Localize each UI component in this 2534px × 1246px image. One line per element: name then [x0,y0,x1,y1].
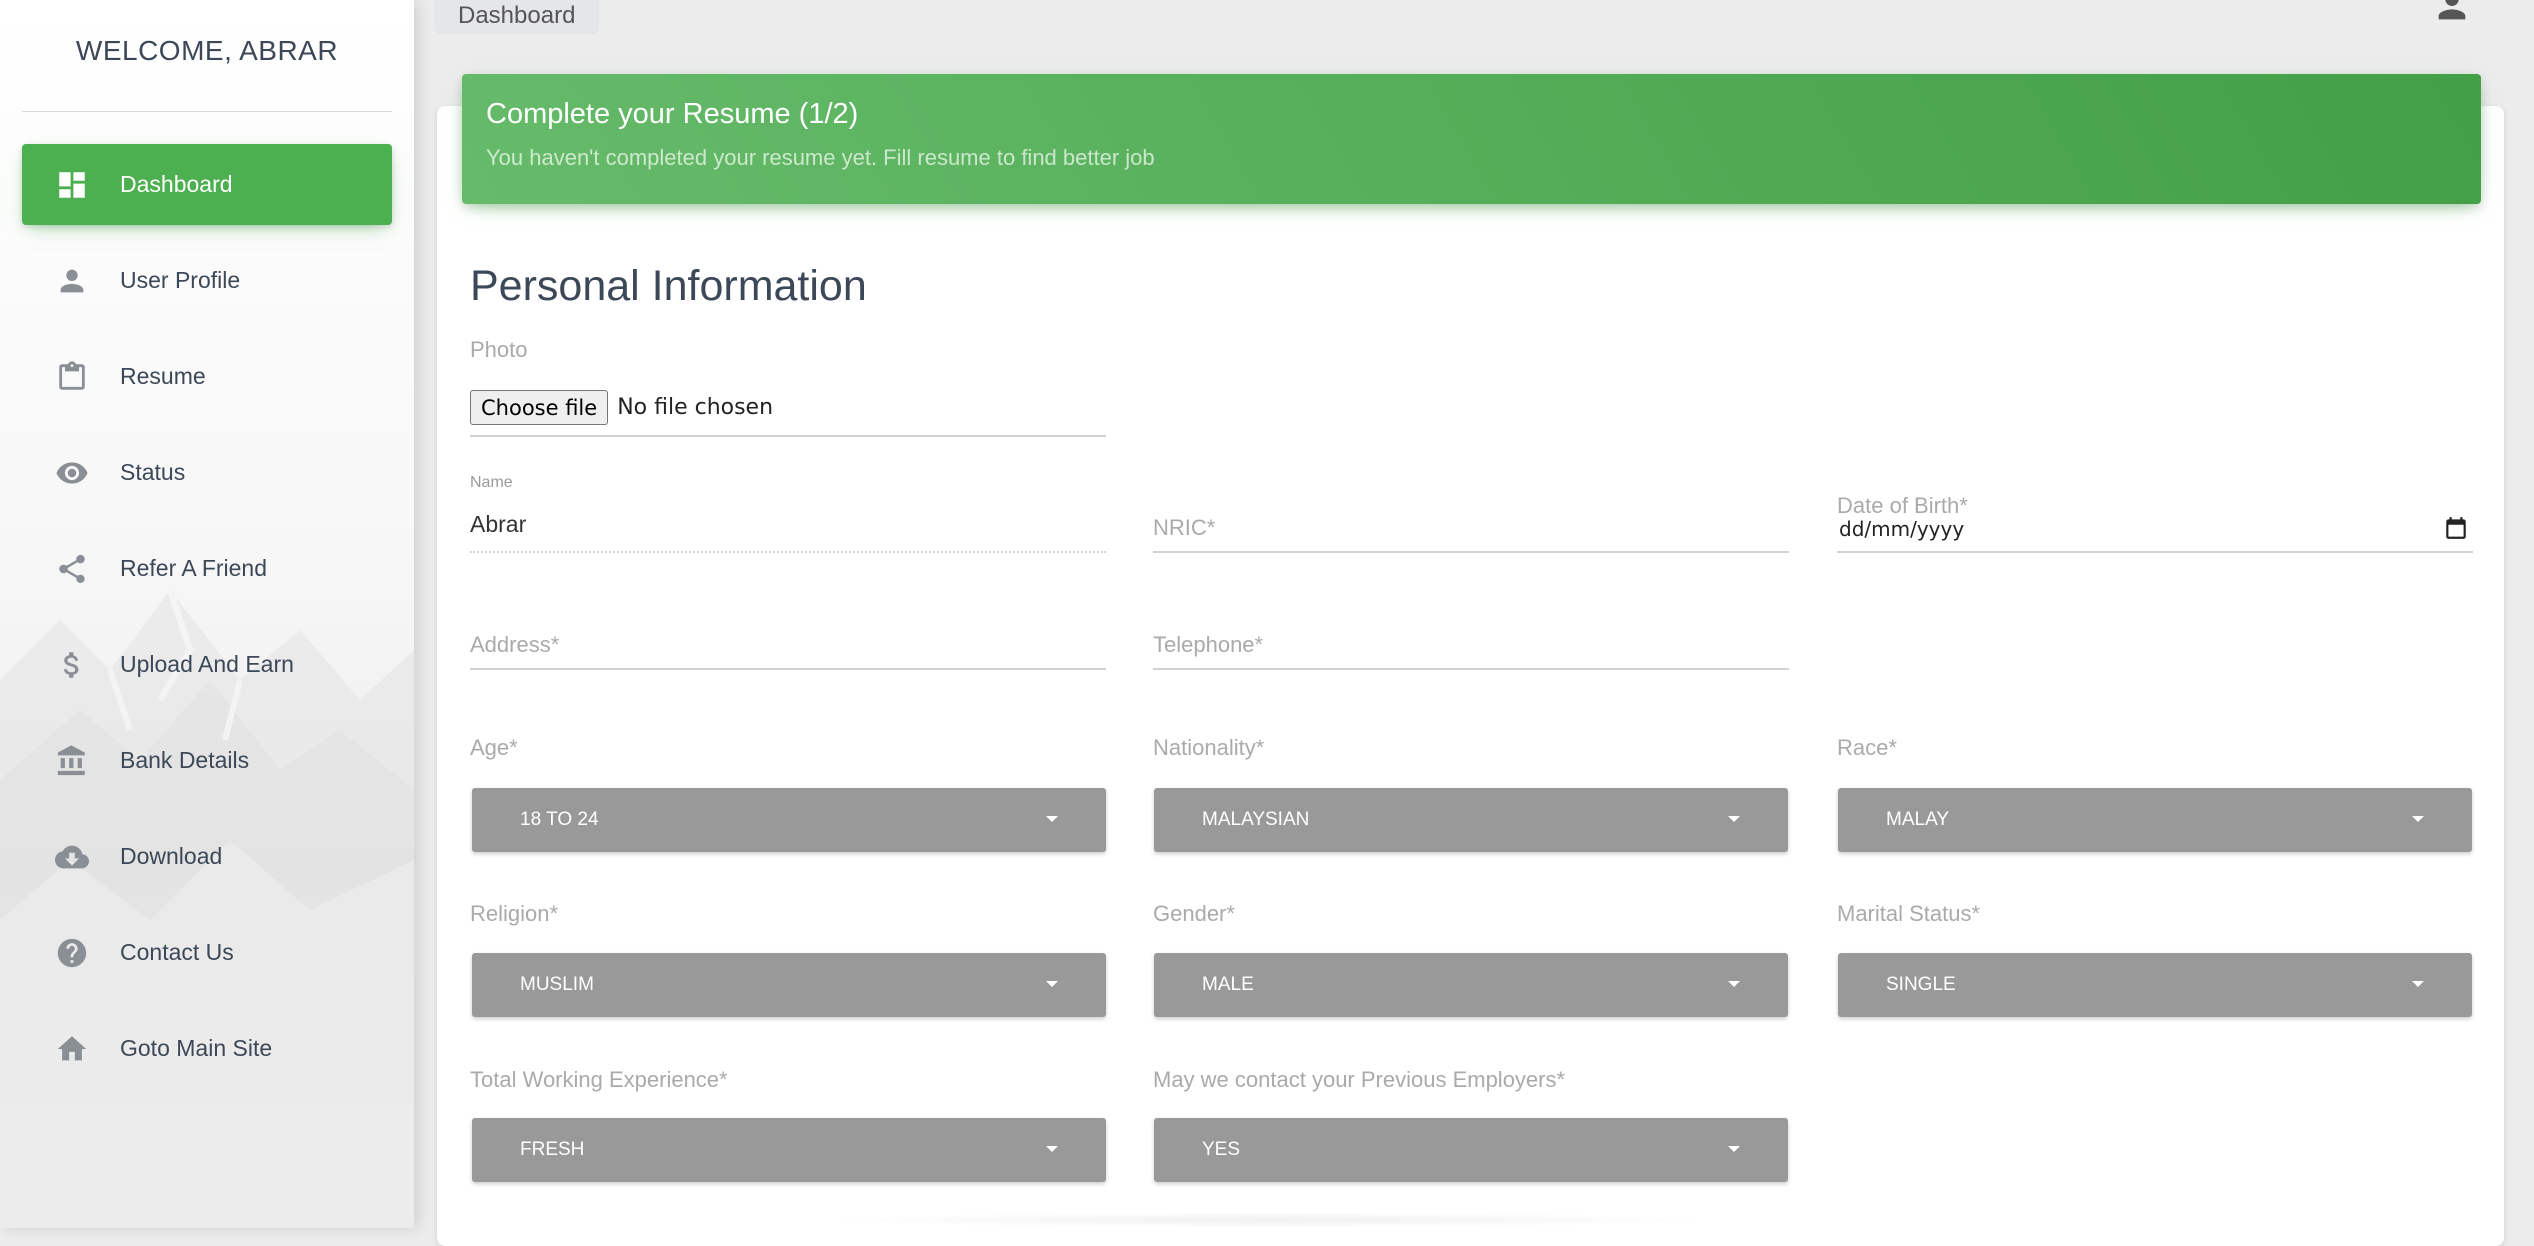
nric-placeholder: NRIC* [1153,515,1216,540]
help-icon [54,935,90,971]
calendar-icon[interactable] [2443,515,2469,541]
gender-select[interactable]: MALE [1154,953,1788,1017]
sidebar-item-label: Bank Details [120,747,250,773]
nationality-value: MALAYSIAN [1202,809,1310,830]
sidebar-item-download[interactable]: Download [22,816,392,897]
telephone-field[interactable]: Telephone* [1153,620,1789,670]
caret-down-icon [1728,816,1740,822]
clipboard-icon [54,359,90,395]
choose-file-button[interactable]: Choose file [470,390,609,425]
sidebar-item-label: Upload And Earn [120,651,294,677]
race-value: MALAY [1886,809,1950,830]
experience-select[interactable]: FRESH [472,1118,1106,1182]
contact-employers-select[interactable]: YES [1154,1118,1788,1182]
nationality-select[interactable]: MALAYSIAN [1154,788,1788,852]
marital-status-value: SINGLE [1886,974,1956,995]
sidebar-item-bank-details[interactable]: Bank Details [22,720,392,801]
race-label: Race* [1837,735,1897,760]
sidebar-item-contact-us[interactable]: Contact Us [22,912,392,993]
dollar-icon [54,647,90,683]
sidebar-item-label: Resume [120,363,206,389]
caret-down-icon [1046,981,1058,987]
breadcrumb-text: Dashboard [458,2,576,29]
gender-label: Gender* [1153,901,1235,926]
sidebar-item-label: Refer A Friend [120,555,268,581]
sidebar-header: WELCOME, ABRAR [0,0,414,111]
caret-down-icon [2412,981,2424,987]
name-field[interactable]: Abrar [470,503,1106,553]
address-placeholder: Address* [470,632,560,657]
caret-down-icon [1046,816,1058,822]
religion-value: MUSLIM [520,974,594,995]
contact-employers-value: YES [1202,1139,1241,1160]
welcome-text: WELCOME, ABRAR [75,34,339,66]
experience-label: Total Working Experience* [470,1067,728,1092]
caret-down-icon [1728,1146,1740,1152]
marital-status-label: Marital Status* [1837,901,1981,926]
contact-employers-label: May we contact your Previous Employers* [1153,1067,1566,1092]
sidebar-item-user-profile[interactable]: User Profile [22,240,392,321]
bank-icon [54,743,90,779]
banner-subtitle: You haven't completed your resume yet. F… [486,145,1155,170]
sidebar-item-goto-main-site[interactable]: Goto Main Site [22,1008,392,1089]
religion-label: Religion* [470,901,559,926]
sidebar-item-resume[interactable]: Resume [22,336,392,417]
dob-date-field[interactable]: dd/mm/yyyy [1837,503,2473,553]
file-status-text: No file chosen [617,395,774,420]
share-icon [54,551,90,587]
gender-value: MALE [1202,974,1254,995]
race-select[interactable]: MALAY [1838,788,2472,852]
person-icon [54,263,90,299]
sidebar-item-label: Status [120,459,186,485]
age-label: Age* [470,735,518,760]
banner-title: Complete your Resume (1/2) [486,98,859,130]
sidebar-item-status[interactable]: Status [22,432,392,513]
breadcrumb[interactable]: Dashboard [434,0,600,34]
name-label: Name [470,474,513,491]
resume-progress-banner: Complete your Resume (1/2) You haven't c… [462,74,2481,204]
nric-field[interactable]: NRIC* [1153,503,1789,553]
photo-file-input: Choose file No file chosen [470,390,1106,437]
top-navbar: Dashboard [414,0,2534,60]
sidebar-divider [22,111,392,112]
telephone-placeholder: Telephone* [1153,632,1264,657]
home-icon [54,1031,90,1067]
address-field[interactable]: Address* [470,620,1106,670]
religion-select[interactable]: MUSLIM [472,953,1106,1017]
dob-value: dd/mm/yyyy [1839,517,1965,541]
marital-status-select[interactable]: SINGLE [1838,953,2472,1017]
caret-down-icon [2412,816,2424,822]
experience-value: FRESH [520,1139,585,1160]
sidebar-item-label: User Profile [120,267,241,293]
cloud-download-icon [54,839,90,875]
sidebar-item-upload-and-earn[interactable]: Upload And Earn [22,624,392,705]
scroll-shadow [820,1212,1720,1228]
sidebar-item-label: Goto Main Site [120,1035,273,1061]
name-value: Abrar [470,511,527,537]
age-value: 18 TO 24 [520,809,599,830]
sidebar-item-label: Dashboard [120,171,233,197]
user-menu-button[interactable] [2432,0,2472,26]
sidebar-item-dashboard[interactable]: Dashboard [22,144,392,225]
eye-icon [54,455,90,491]
nationality-label: Nationality* [1153,735,1265,760]
sidebar-item-label: Download [120,843,223,869]
sidebar-nav: Dashboard User Profile Resume Status Ref… [0,144,414,1089]
sidebar-item-label: Contact Us [120,939,234,965]
caret-down-icon [1728,981,1740,987]
section-title: Personal Information [470,262,867,310]
dashboard-icon [54,167,90,203]
sidebar: WELCOME, ABRAR Dashboard User Profile Re… [0,0,414,1228]
sidebar-item-refer-a-friend[interactable]: Refer A Friend [22,528,392,609]
person-icon [2438,0,2466,20]
photo-label: Photo [470,337,528,362]
age-select[interactable]: 18 TO 24 [472,788,1106,852]
caret-down-icon [1046,1146,1058,1152]
